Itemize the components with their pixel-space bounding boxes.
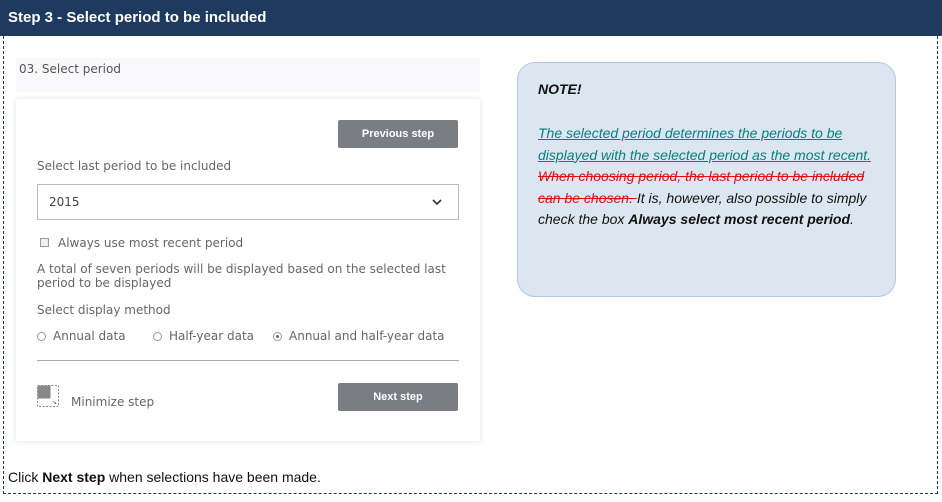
always-recent-label: Always use most recent period (58, 236, 244, 250)
radio-annual-data-label: Annual data (53, 329, 126, 343)
radio-annual-data[interactable] (37, 332, 46, 341)
note-title: NOTE! (538, 81, 582, 97)
last-period-select[interactable]: 2015 (37, 184, 459, 220)
panel-divider (37, 360, 459, 361)
footer-suffix: when selections have been made. (105, 469, 321, 485)
footer-instruction: Click Next step when selections have bee… (8, 469, 321, 485)
select-period-panel: Previous step Select last period to be i… (16, 99, 480, 441)
next-step-button[interactable]: Next step (338, 383, 458, 411)
previous-step-button[interactable]: Previous step (338, 120, 458, 148)
step-header-title: Step 3 - Select period to be included (8, 9, 267, 26)
chevron-down-icon (432, 199, 442, 206)
minimize-step-label[interactable]: Minimize step (71, 395, 154, 409)
note-emphasis-text: Always select most recent period (628, 211, 851, 227)
note-inserted-text: The selected period determines the perio… (538, 125, 872, 163)
radio-annual-half-year-data-label: Annual and half-year data (289, 329, 445, 343)
footer-prefix: Click (8, 469, 43, 485)
note-box: NOTE! The selected period determines the… (517, 62, 896, 297)
radio-annual-half-year-data[interactable] (273, 332, 282, 341)
always-recent-checkbox[interactable] (40, 238, 49, 247)
display-method-label: Select display method (37, 303, 171, 317)
step-header: Step 3 - Select period to be included (0, 0, 942, 36)
last-period-label: Select last period to be included (37, 159, 232, 173)
radio-half-year-data[interactable] (153, 332, 162, 341)
footer-bold: Next step (42, 469, 106, 485)
step-label: 03. Select period (19, 62, 121, 76)
periods-info-text: A total of seven periods will be display… (37, 262, 446, 290)
step-label-bar: 03. Select period (16, 58, 480, 92)
radio-half-year-data-label: Half-year data (169, 329, 255, 343)
last-period-value: 2015 (49, 195, 80, 209)
note-body: The selected period determines the perio… (538, 123, 883, 231)
note-end-text: . (850, 211, 854, 227)
svg-text:↘: ↘ (52, 399, 57, 406)
minimize-icon[interactable]: ↘ (37, 385, 59, 407)
